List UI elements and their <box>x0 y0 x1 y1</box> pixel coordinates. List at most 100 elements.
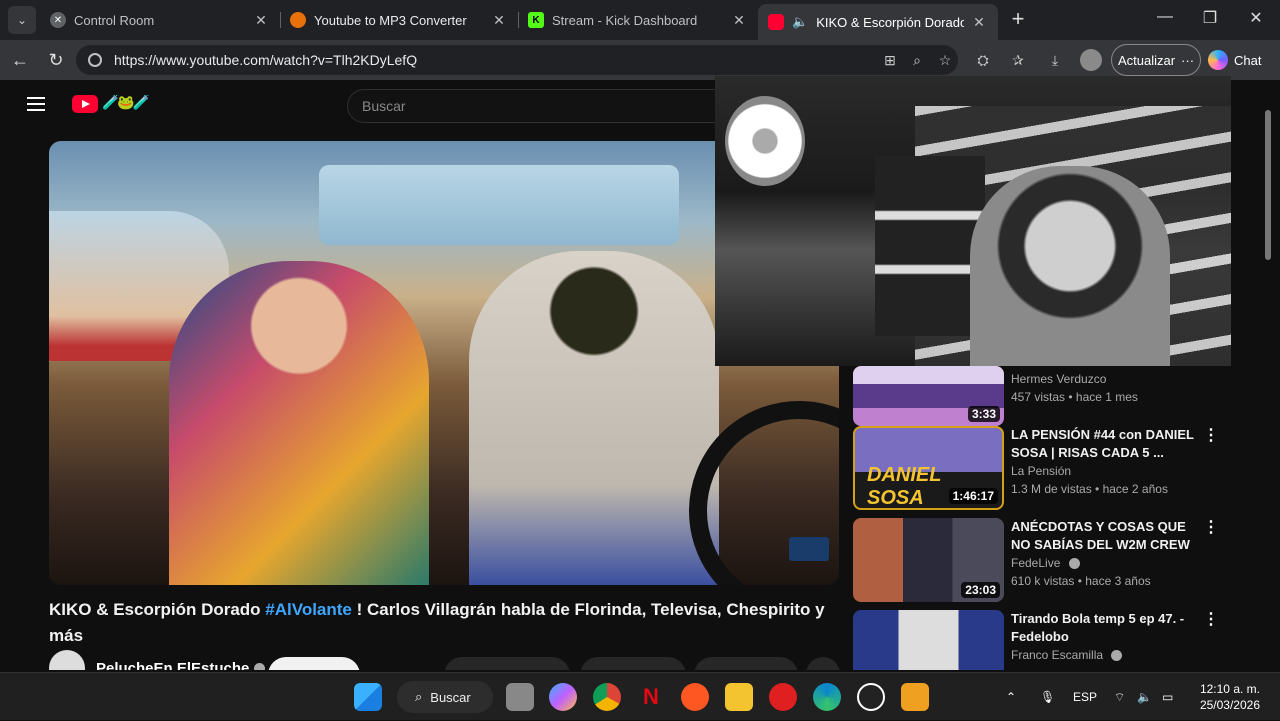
minimize-icon[interactable]: — <box>1145 8 1185 26</box>
edge-browser-icon[interactable] <box>813 683 841 711</box>
netflix-icon[interactable]: N <box>637 683 665 711</box>
rec-channel[interactable]: FedeLive <box>1011 556 1060 570</box>
tab-search-chevron-icon[interactable]: ⌄ <box>8 6 36 34</box>
battery-icon[interactable]: ▭ <box>1162 673 1173 721</box>
tab-close-icon[interactable]: ✕ <box>490 12 508 29</box>
tab-title: Youtube to MP3 Converter <box>314 12 467 28</box>
favorite-star-icon[interactable]: ☆ <box>935 50 955 70</box>
close-window-icon[interactable]: ✕ <box>1236 8 1276 28</box>
copilot-chat-button[interactable]: Chat <box>1208 44 1272 76</box>
downloads-icon[interactable]: ⤓ <box>1045 50 1065 70</box>
list-item-recommendation[interactable]: Tirando Bola temp 5 ep 47. - Fedelobo Fr… <box>853 610 1223 670</box>
update-button[interactable]: Actualizar ··· <box>1111 44 1201 76</box>
channel-avatar[interactable] <box>49 650 85 670</box>
video-title: KIKO & Escorpión Dorado #AlVolante ! Car… <box>49 597 839 649</box>
volume-icon[interactable]: 🔈 <box>1137 673 1152 721</box>
rec-channel[interactable]: Franco Escamilla <box>1011 648 1103 662</box>
windows-start-icon[interactable] <box>354 683 382 711</box>
zoom-icon[interactable]: ⌕ <box>907 50 927 70</box>
kick-favicon-icon: K <box>528 12 544 28</box>
tab-control-room[interactable]: ✕ Control Room ✕ <box>40 4 280 36</box>
hashtag-link[interactable]: #AlVolante <box>265 600 352 619</box>
tab-close-icon[interactable]: ✕ <box>970 14 988 31</box>
system-clock[interactable]: 12:10 a. m. 25/03/2026 <box>1196 681 1260 713</box>
video-thumbnail[interactable] <box>853 610 1004 670</box>
extensions-icon[interactable]: ⛭ <box>973 50 993 70</box>
more-actions-button[interactable] <box>806 657 840 670</box>
task-view-icon[interactable] <box>506 683 534 711</box>
page-scrollbar[interactable] <box>1262 80 1272 670</box>
media-player-icon[interactable] <box>769 683 797 711</box>
channel-name[interactable]: PelucheEn ElEstuche <box>96 660 249 671</box>
webcam-shelf <box>875 156 985 336</box>
speaker-icon[interactable]: 🔈 <box>792 14 808 30</box>
tab-title: Stream - Kick Dashboard <box>552 12 698 28</box>
tab-close-icon[interactable]: ✕ <box>252 12 270 29</box>
copilot-app-icon[interactable] <box>549 683 577 711</box>
channel-row: PelucheEn ElEstuche <box>49 650 266 671</box>
tray-overflow-icon[interactable]: ⌃ <box>1006 673 1016 721</box>
rec-channel-row: FedeLive <box>1011 554 1080 572</box>
rec-title[interactable]: Tirando Bola temp 5 ep 47. - Fedelobo <box>1011 610 1196 646</box>
settings-favicon-icon: ✕ <box>50 12 66 28</box>
rec-channel[interactable]: La Pensión <box>1011 462 1071 480</box>
rec-title[interactable]: ANÉCDOTAS Y COSAS QUE NO SABÍAS DEL W2M … <box>1011 518 1196 554</box>
subscribe-button[interactable] <box>268 657 360 670</box>
verified-badge-icon <box>254 662 266 670</box>
duration-badge: 3:33 <box>967 406 1000 422</box>
rec-meta: 1.3 M de vistas • hace 2 años <box>1011 482 1168 496</box>
verified-badge-icon <box>1111 650 1123 662</box>
tab-youtube-video[interactable]: 🔈 KIKO & Escorpión Dorado #Al ✕ <box>758 4 998 40</box>
more-options-icon[interactable]: ⋮ <box>1203 428 1219 444</box>
rec-title[interactable]: LA PENSIÓN #44 con DANIEL SOSA | RISAS C… <box>1011 426 1196 462</box>
rec-channel[interactable]: Hermes Verduzco <box>1011 370 1106 388</box>
rec-meta: 457 vistas • hace 1 mes <box>1011 390 1138 404</box>
youtube-logo-icon[interactable] <box>72 95 98 113</box>
video-frame-sunroof <box>319 165 679 245</box>
back-arrow-icon[interactable]: ← <box>8 48 32 72</box>
language-indicator[interactable]: ESP <box>1073 673 1097 721</box>
video-thumbnail[interactable]: 3:33 <box>853 366 1004 426</box>
webcam-fan <box>725 96 805 186</box>
list-item-recommendation[interactable]: 23:03 ANÉCDOTAS Y COSAS QUE NO SABÍAS DE… <box>853 518 1223 602</box>
scrollbar-thumb[interactable] <box>1265 110 1271 260</box>
wifi-icon[interactable]: ⌔ <box>1114 673 1125 721</box>
taskbar-search-label: Buscar <box>430 689 471 705</box>
clock-date: 25/03/2026 <box>1199 698 1260 712</box>
tab-kick-dashboard[interactable]: K Stream - Kick Dashboard ✕ <box>518 4 758 36</box>
menu-hamburger-icon[interactable] <box>27 97 45 115</box>
tab-mp3-converter[interactable]: Youtube to MP3 Converter ✕ <box>280 4 518 36</box>
youtube-doodle-icon[interactable]: 🧪🐸🧪 <box>102 94 150 111</box>
more-dots-icon: ··· <box>1181 52 1195 68</box>
download-button[interactable] <box>694 657 798 670</box>
obs-studio-icon[interactable] <box>857 683 885 711</box>
restore-icon[interactable]: ❐ <box>1190 8 1230 28</box>
list-item-recommendation[interactable]: DANIEL SOSA 1:46:17 LA PENSIÓN #44 con D… <box>853 426 1223 510</box>
rec-meta: 610 k vistas • hace 3 años <box>1011 574 1151 588</box>
favorites-icon[interactable]: ✰ <box>1008 50 1028 70</box>
verified-badge-icon <box>1068 558 1080 570</box>
video-title-text: KIKO & Escorpión Dorado <box>49 600 266 619</box>
video-thumbnail[interactable]: DANIEL SOSA 1:46:17 <box>853 426 1004 510</box>
chrome-icon[interactable] <box>593 683 621 711</box>
recorder-app-icon[interactable] <box>681 683 709 711</box>
profile-avatar-icon[interactable] <box>1080 49 1102 71</box>
fl-studio-icon[interactable] <box>901 683 929 711</box>
reload-icon[interactable]: ↻ <box>44 48 68 72</box>
more-options-icon[interactable]: ⋮ <box>1203 520 1219 536</box>
search-input[interactable]: Buscar <box>347 89 727 123</box>
file-explorer-icon[interactable] <box>725 683 753 711</box>
youtube-favicon-icon <box>768 14 784 30</box>
more-options-icon[interactable]: ⋮ <box>1203 612 1219 628</box>
address-bar[interactable]: https://www.youtube.com/watch?v=Tlh2KDyL… <box>76 45 958 75</box>
taskbar-search-button[interactable]: ⌕ Buscar <box>397 681 493 713</box>
share-button[interactable] <box>580 657 686 670</box>
url-text[interactable]: https://www.youtube.com/watch?v=Tlh2KDyL… <box>114 52 417 68</box>
new-tab-plus-icon[interactable]: + <box>1006 8 1030 32</box>
like-dislike-button[interactable] <box>444 657 570 670</box>
microphone-icon[interactable]: 🎙 <box>1040 673 1055 721</box>
apps-grid-icon[interactable]: ⊞ <box>880 50 900 70</box>
video-thumbnail[interactable]: 23:03 <box>853 518 1004 602</box>
tab-close-icon[interactable]: ✕ <box>730 12 748 29</box>
site-info-icon[interactable] <box>88 53 102 67</box>
